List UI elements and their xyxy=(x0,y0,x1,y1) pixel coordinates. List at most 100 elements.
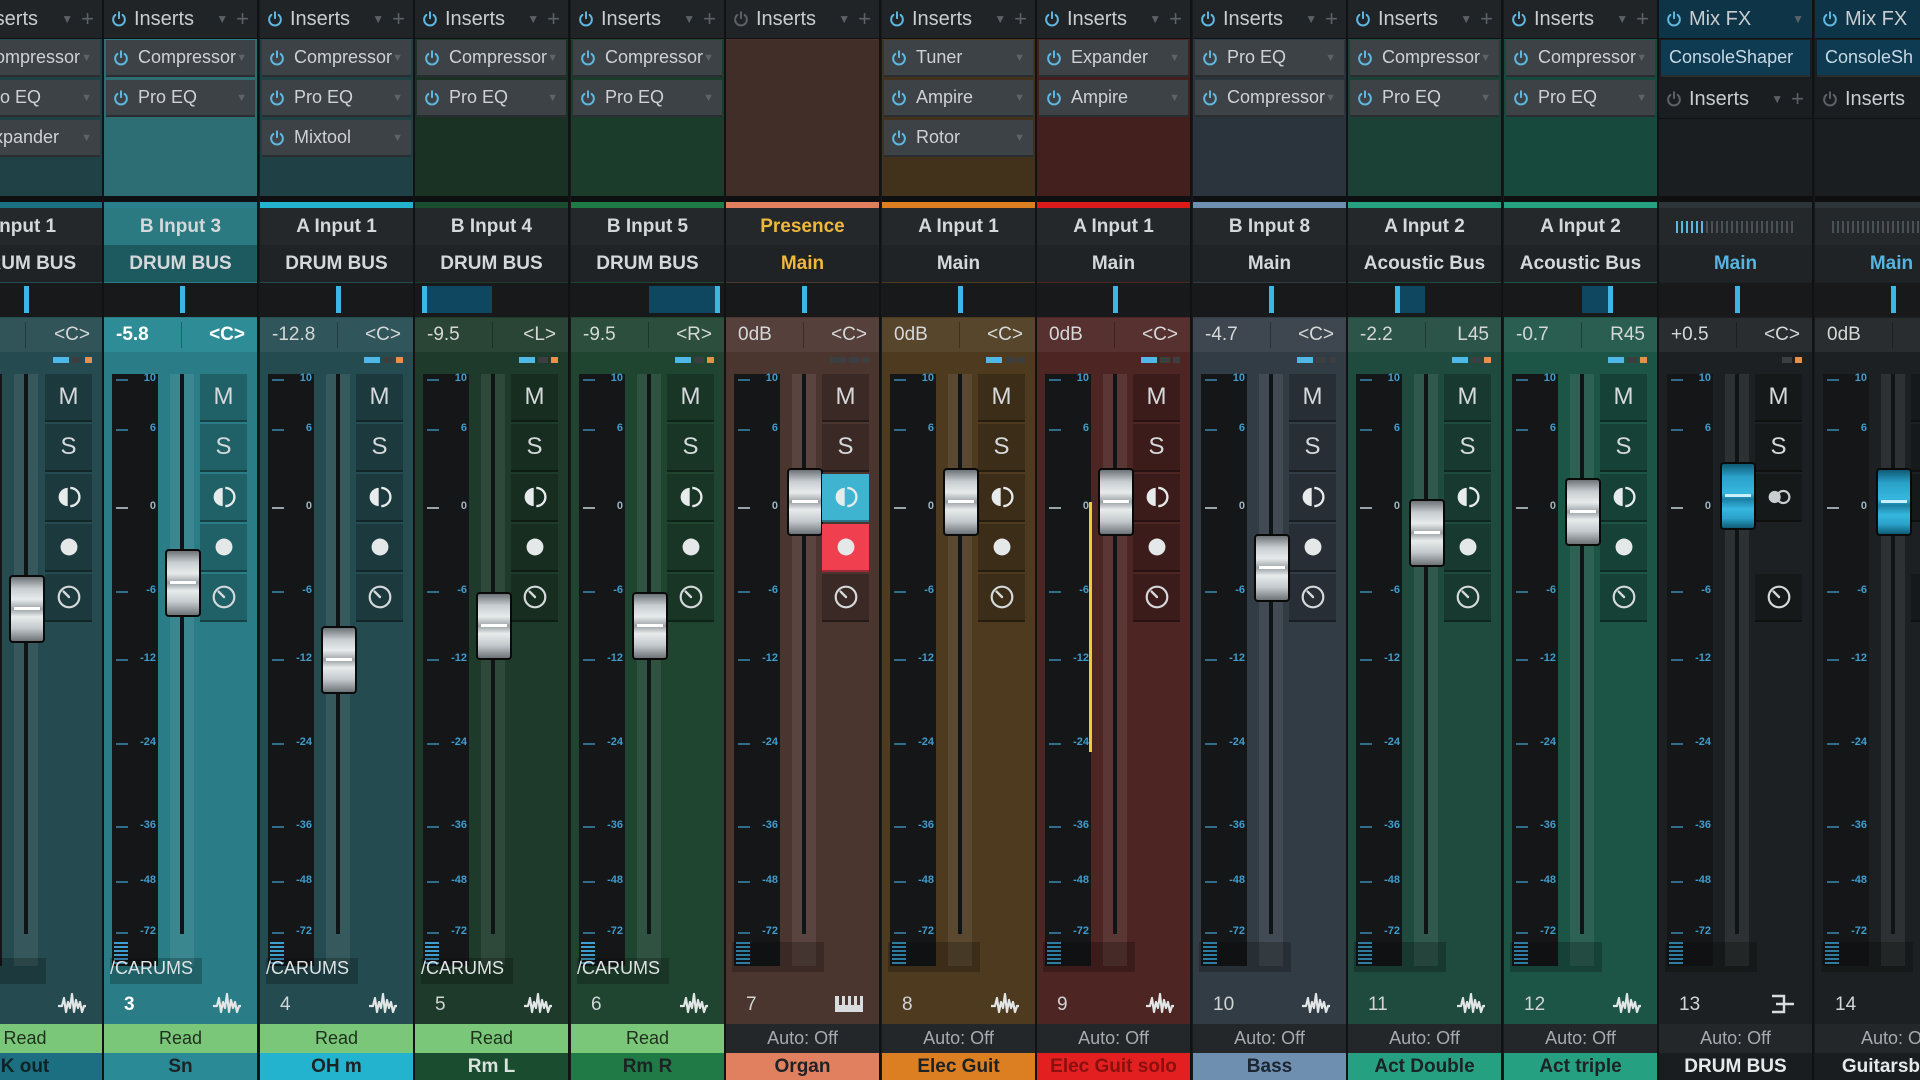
input-source-box[interactable] xyxy=(1510,942,1602,972)
insert-slot[interactable]: Expander ▼ xyxy=(0,120,100,157)
add-insert-icon[interactable]: + xyxy=(1791,86,1804,112)
channel-name[interactable]: Guitarsb..s xyxy=(1815,1053,1920,1080)
dropdown-arrow-icon[interactable]: ▼ xyxy=(1636,52,1647,64)
record-arm-button[interactable] xyxy=(667,524,714,572)
automation-knob-button[interactable] xyxy=(1755,574,1802,622)
power-icon[interactable] xyxy=(112,49,130,67)
pan-value[interactable]: <L> xyxy=(523,324,556,346)
pan-control[interactable] xyxy=(104,283,257,317)
pan-control[interactable] xyxy=(1193,283,1346,317)
solo-button[interactable]: S xyxy=(200,424,247,472)
mute-button[interactable]: M xyxy=(667,374,714,422)
output-selector[interactable]: DRUM BUS xyxy=(571,245,724,282)
power-icon[interactable] xyxy=(1045,89,1063,107)
dropdown-arrow-icon[interactable]: ▼ xyxy=(1169,52,1180,64)
power-icon[interactable] xyxy=(1512,49,1530,67)
audio-waveform-icon[interactable] xyxy=(678,992,710,1020)
inserts-header[interactable]: Inserts ▼ + xyxy=(0,0,102,39)
power-icon[interactable] xyxy=(890,89,908,107)
insert-slot[interactable]: Pro EQ ▼ xyxy=(417,80,566,117)
pan-value[interactable]: <C> xyxy=(209,324,245,346)
volume-fader[interactable] xyxy=(476,591,512,660)
record-arm-button[interactable] xyxy=(1600,524,1647,572)
dropdown-arrow-icon[interactable]: ▼ xyxy=(392,52,403,64)
add-insert-icon[interactable]: + xyxy=(1480,6,1493,32)
pan-indicator[interactable] xyxy=(335,286,341,313)
volume-fader[interactable] xyxy=(1565,477,1601,546)
dropdown-arrow-icon[interactable]: ▼ xyxy=(703,92,714,104)
insert-slot[interactable]: Compressor▼ xyxy=(262,40,411,77)
automation-knob-button[interactable] xyxy=(822,574,869,622)
input-source-box[interactable] xyxy=(1354,942,1446,972)
dropdown-arrow-icon[interactable]: ▼ xyxy=(1014,52,1025,64)
input-selector[interactable]: A Input 2 xyxy=(1348,208,1501,245)
pan-indicator[interactable] xyxy=(23,286,29,313)
pan-indicator[interactable] xyxy=(179,286,185,313)
inserts-header[interactable]: Inserts ▼ + xyxy=(726,0,879,39)
pan-control[interactable] xyxy=(1504,283,1657,317)
insert-slot[interactable]: Pro EQ ▼ xyxy=(1195,40,1344,77)
automation-mode[interactable]: Auto: Off xyxy=(882,1024,1035,1053)
input-selector[interactable]: B Input 4 xyxy=(415,208,568,245)
pan-value[interactable]: <C> xyxy=(54,324,90,346)
output-selector[interactable]: Main xyxy=(1193,245,1346,282)
record-arm-button[interactable] xyxy=(822,524,869,572)
automation-mode[interactable]: Read xyxy=(415,1024,568,1053)
dropdown-arrow-icon[interactable]: ▼ xyxy=(1792,12,1804,26)
inserts-header[interactable]: Inserts ▼ + xyxy=(882,0,1035,39)
link-toggle-button[interactable] xyxy=(1755,474,1802,522)
record-arm-button[interactable] xyxy=(45,524,92,572)
automation-mode[interactable]: Auto: Off xyxy=(1348,1024,1501,1053)
mixfx-slot[interactable]: ConsoleShaper xyxy=(1661,40,1810,77)
input-source-box[interactable] xyxy=(1199,942,1291,972)
power-icon[interactable] xyxy=(1512,89,1530,107)
input-selector[interactable]: B Input 3 xyxy=(104,208,257,245)
volume-value[interactable]: 0dB xyxy=(894,324,928,346)
pan-value[interactable]: <C> xyxy=(365,324,401,346)
pan-value[interactable]: <C> xyxy=(831,324,867,346)
mixfx-header[interactable]: Mix FX▼ xyxy=(1815,0,1920,39)
insert-slot[interactable]: Compressor▼ xyxy=(417,40,566,77)
input-source-box[interactable] xyxy=(732,942,824,972)
insert-slot[interactable]: Ampire ▼ xyxy=(1039,80,1188,117)
input-source-box[interactable] xyxy=(1665,942,1757,972)
mute-button[interactable]: M xyxy=(1133,374,1180,422)
monitor-button[interactable] xyxy=(45,474,92,522)
dropdown-arrow-icon[interactable]: ▼ xyxy=(838,12,850,26)
power-icon[interactable] xyxy=(423,49,441,67)
volume-fader[interactable] xyxy=(787,468,823,536)
pan-control[interactable] xyxy=(415,283,568,317)
output-selector[interactable]: Main xyxy=(1815,245,1920,282)
dropdown-arrow-icon[interactable]: ▼ xyxy=(236,92,247,104)
channel-name[interactable]: Bass xyxy=(1193,1053,1346,1080)
output-selector[interactable]: DRUM BUS xyxy=(104,245,257,282)
power-icon[interactable] xyxy=(1201,49,1219,67)
automation-mode[interactable]: Auto: Off xyxy=(1659,1024,1812,1053)
volume-fader[interactable] xyxy=(9,574,45,643)
monitor-button[interactable] xyxy=(1133,474,1180,522)
mute-button[interactable]: M xyxy=(978,374,1025,422)
output-selector[interactable]: DRUM BUS xyxy=(415,245,568,282)
volume-value[interactable]: -4.7 xyxy=(1205,324,1238,346)
inserts-header[interactable]: Inserts ▼ + xyxy=(571,0,724,39)
insert-slot[interactable]: Compressor▼ xyxy=(106,40,255,77)
volume-value[interactable]: -5.8 xyxy=(116,324,149,346)
automation-knob-button[interactable] xyxy=(45,574,92,622)
solo-button[interactable]: S xyxy=(356,424,403,472)
channel-name[interactable]: Organ xyxy=(726,1053,879,1080)
monitor-button[interactable] xyxy=(511,474,558,522)
automation-mode[interactable]: Auto: Off xyxy=(1504,1024,1657,1053)
power-icon[interactable] xyxy=(1821,10,1839,28)
input-selector[interactable]: A Input 1 xyxy=(260,208,413,245)
channel-name[interactable]: DRUM BUS xyxy=(1659,1053,1812,1080)
inserts-header[interactable]: Inserts ▼ + xyxy=(1659,80,1812,119)
volume-fader[interactable] xyxy=(321,625,357,694)
link-toggle-button[interactable] xyxy=(1911,474,1920,522)
volume-value[interactable]: -0.7 xyxy=(1516,324,1549,346)
solo-button[interactable]: S xyxy=(511,424,558,472)
monitor-button[interactable] xyxy=(1600,474,1647,522)
insert-slot[interactable]: Pro EQ ▼ xyxy=(106,80,255,117)
input-selector[interactable]: A Input 2 xyxy=(1504,208,1657,245)
channel-name[interactable]: Rm R xyxy=(571,1053,724,1080)
volume-fader[interactable] xyxy=(165,549,201,618)
